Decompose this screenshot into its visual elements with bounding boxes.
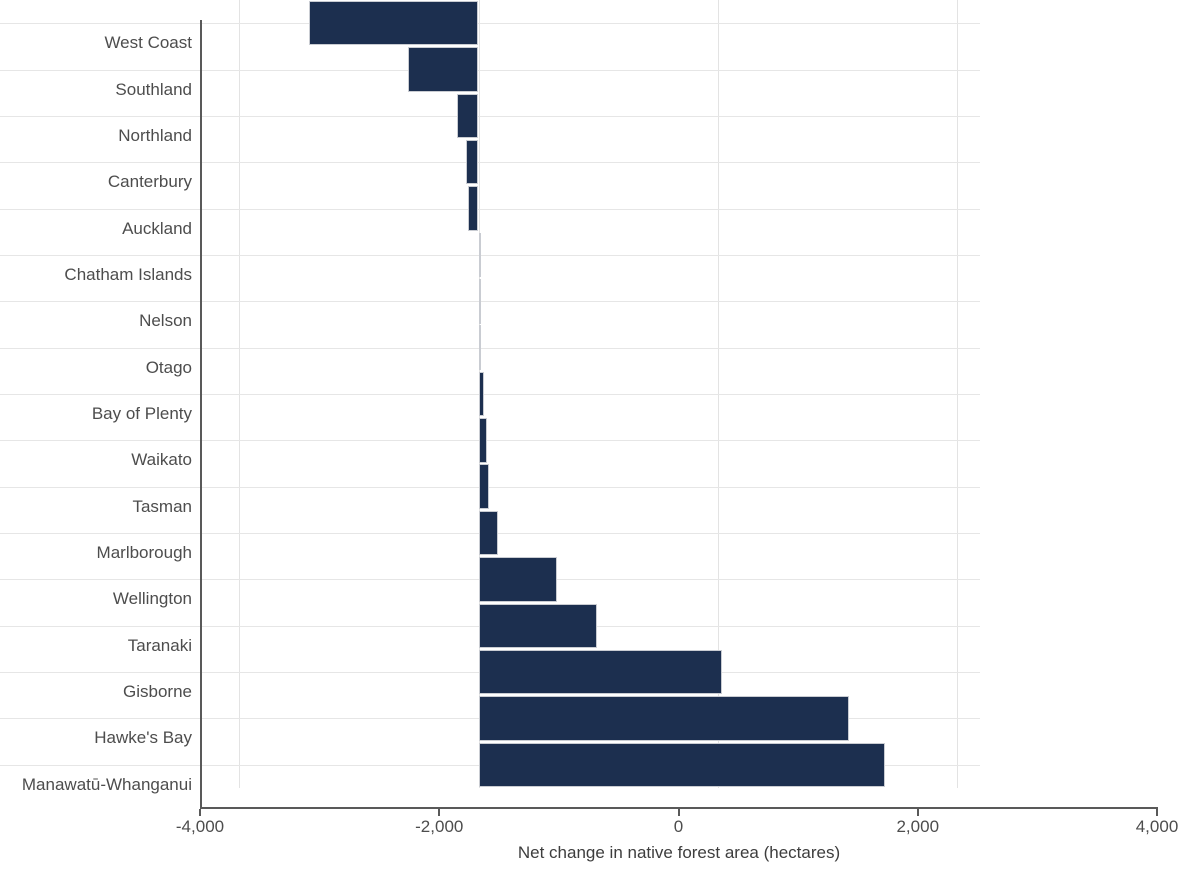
y-tick-label: Wellington: [112, 589, 192, 609]
y-tick-label: Tasman: [132, 496, 192, 516]
x-tick-label: 0: [673, 817, 684, 836]
x-tick-label: -2,000: [415, 817, 464, 836]
y-tick-label: Marlborough: [96, 543, 192, 563]
x-tick-label: 2,000: [896, 817, 940, 836]
y-tick-label: Otago: [145, 357, 192, 377]
y-tick-label: Nelson: [139, 311, 192, 331]
y-axis-tick-labels: West Coast Southland Northland Canterbury Au…: [0, 0, 1200, 886]
x-tick-label: -4,000: [175, 817, 225, 836]
y-tick-label: Manawatū-Whanganui: [21, 774, 192, 794]
y-tick-label: Gisborne: [123, 682, 192, 702]
y-tick-label: Waikato: [131, 450, 192, 470]
y-tick-label: Hawke's Bay: [94, 728, 192, 748]
y-tick-label: Northland: [118, 125, 192, 145]
y-tick-label: Auckland: [122, 218, 192, 238]
y-tick-label: Bay of Plenty: [91, 404, 192, 423]
y-tick-label: Southland: [115, 79, 192, 99]
y-tick-label: West Coast: [104, 33, 192, 53]
y-tick-label: Canterbury: [107, 172, 192, 192]
y-tick-label: Chatham Islands: [64, 264, 192, 284]
bar-chart: West Coast Southland Northland Canterbury Au…: [0, 0, 1200, 886]
x-tick-label: 4,000: [1135, 817, 1179, 836]
x-axis-title: Net change in native forest area (hectar…: [517, 843, 841, 862]
y-tick-label: Taranaki: [127, 635, 192, 655]
